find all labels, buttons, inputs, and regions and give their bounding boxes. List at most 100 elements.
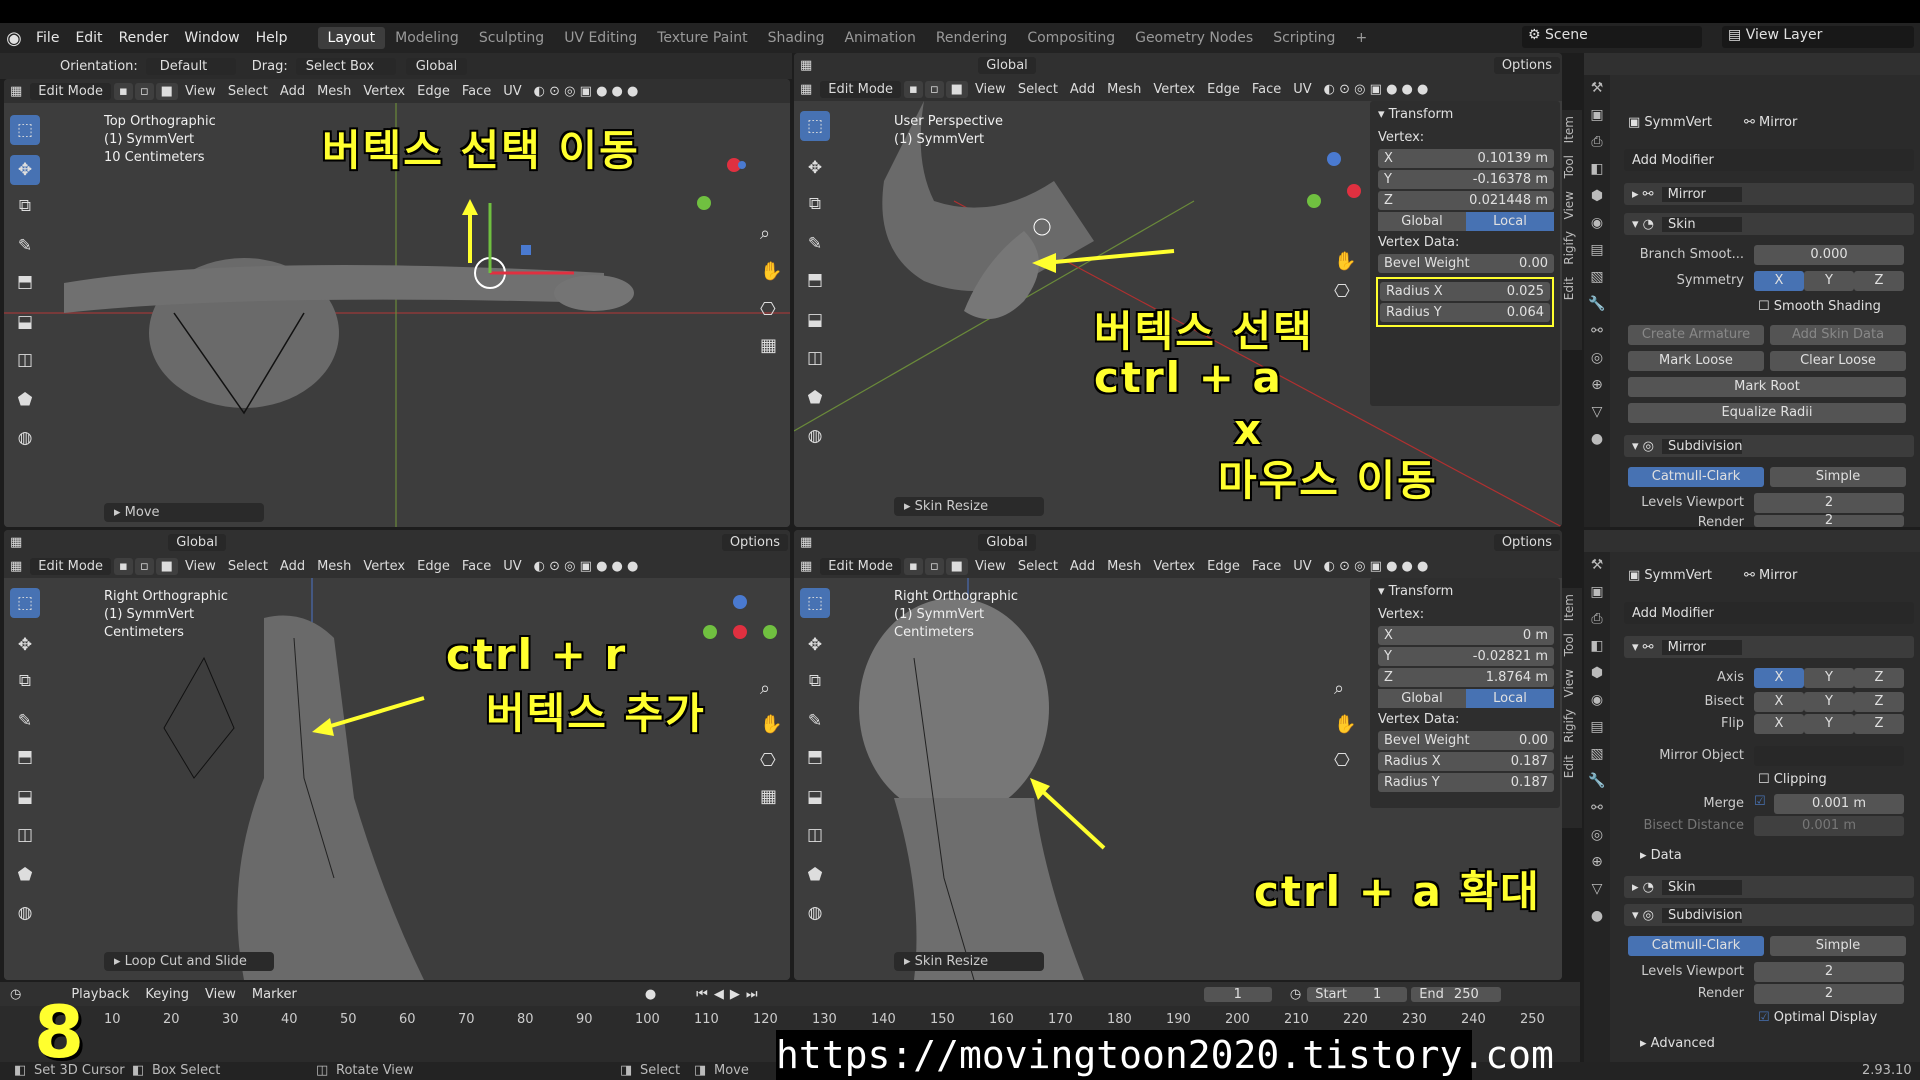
bisect-x-toggle[interactable]: X [1754, 692, 1804, 712]
menu-uv[interactable]: UV [1287, 559, 1317, 574]
edge-select-icon[interactable]: ▫ [134, 557, 154, 575]
flip-y-toggle[interactable]: Y [1804, 714, 1854, 734]
transform-dropdown[interactable]: Global [978, 533, 1036, 551]
menu-view[interactable]: View [969, 559, 1012, 574]
mark-loose-button[interactable]: Mark Loose [1628, 351, 1764, 371]
merge-checkbox[interactable]: ☑ [1754, 794, 1766, 809]
face-select-icon[interactable]: ■ [155, 557, 178, 575]
move-tool[interactable]: ✥ [800, 153, 830, 183]
editor-type-icon[interactable]: ▦ [794, 58, 818, 73]
transform-dropdown[interactable]: Global [978, 56, 1036, 74]
global-toggle[interactable]: Global [1378, 689, 1466, 708]
overlay-icons[interactable]: ◐ ⊙ ◎ ▣ ● ● ● [1318, 559, 1435, 574]
view-layer-selector[interactable]: ▤ View Layer [1722, 26, 1914, 48]
menu-vertex[interactable]: Vertex [357, 559, 411, 574]
add-modifier-dropdown[interactable]: Add Modifier [1624, 602, 1914, 624]
menu-view[interactable]: View [179, 84, 222, 99]
menu-uv[interactable]: UV [1287, 82, 1317, 97]
select-box-tool[interactable]: ⬚ [800, 111, 830, 141]
mark-root-button[interactable]: Mark Root [1628, 377, 1906, 397]
vertex-z-field[interactable]: Z 1.8764 m [1378, 668, 1554, 687]
modifier-skin-header[interactable]: ▾ ◔ Skin [1624, 213, 1914, 235]
menu-edit[interactable]: Edit [67, 30, 110, 46]
vertex-select-icon[interactable]: ▪ [904, 80, 923, 98]
smooth-shading-checkbox[interactable]: ☐ Smooth Shading [1758, 299, 1881, 314]
transform-orientation-dropdown[interactable]: Global [405, 57, 468, 75]
radius-x-field[interactable]: Radius X 0.025 [1380, 282, 1550, 301]
menu-face[interactable]: Face [1246, 559, 1287, 574]
tab-layout[interactable]: Layout [317, 27, 386, 49]
viewport-bottom-right[interactable]: ▦ Global Options ▦ Edit Mode ▪ ▫ ■ View Se… [794, 530, 1562, 980]
face-select-icon[interactable]: ■ [945, 80, 968, 98]
viewport-canvas[interactable]: Right Orthographic (1) SymmVert Centimet… [4, 578, 790, 980]
modifier-mirror-header[interactable]: ▾ ⚯ Mirror [1624, 636, 1914, 658]
add-cube-tool[interactable]: ⬒ [800, 742, 830, 772]
create-armature-button[interactable]: Create Armature [1628, 325, 1764, 345]
scene-selector[interactable]: ⚙ Scene [1522, 26, 1702, 48]
mode-dropdown[interactable]: Edit Mode [820, 80, 902, 98]
end-frame-field[interactable]: End 250 [1411, 986, 1502, 1002]
bisect-distance-field[interactable]: 0.001 m [1754, 816, 1904, 836]
drag-dropdown[interactable]: Select Box [295, 57, 396, 75]
current-frame-field[interactable]: 1 [1203, 986, 1272, 1002]
annotate-tool[interactable]: ✎ [800, 706, 830, 736]
viewport-bottom-left[interactable]: ▦ Global Options ▦ Edit Mode ▪ ▫ ■ View Se… [4, 530, 790, 980]
edge-select-icon[interactable]: ▫ [134, 82, 154, 100]
merge-distance-field[interactable]: 0.001 m [1774, 794, 1904, 814]
blender-logo-icon[interactable]: ◉ [0, 28, 28, 49]
editor-type-icon[interactable]: ◷ [0, 987, 31, 1002]
knife-tool[interactable]: ⬟ [10, 385, 40, 415]
data-subpanel[interactable]: ▸ Data [1640, 848, 1682, 863]
menu-add[interactable]: Add [274, 559, 311, 574]
camera-icon[interactable]: ⎔ [760, 750, 776, 771]
vertex-x-field[interactable]: X0 m [1378, 626, 1554, 645]
catmull-clark-toggle[interactable]: Catmull-Clark [1628, 936, 1764, 956]
overlay-icons[interactable]: ◐ ⊙ ◎ ▣ ● ● ● [1318, 82, 1435, 97]
last-operator-panel[interactable]: ▸ Move [104, 503, 264, 522]
edge-select-icon[interactable]: ▫ [924, 557, 944, 575]
bisect-y-toggle[interactable]: Y [1804, 692, 1854, 712]
tab-rigify[interactable]: Rigify [1562, 703, 1576, 749]
menu-window[interactable]: Window [176, 30, 247, 46]
editor-type-icon[interactable]: ▦ [4, 84, 28, 99]
modifier-subdivision-header[interactable]: ▾ ◎ Subdivision [1624, 904, 1914, 926]
menu-face[interactable]: Face [456, 559, 497, 574]
knife-tool[interactable]: ⬟ [10, 860, 40, 890]
tab-rigify[interactable]: Rigify [1562, 225, 1576, 271]
tab-scripting[interactable]: Scripting [1263, 27, 1345, 49]
tab-item[interactable]: Item [1562, 588, 1576, 627]
camera-icon[interactable]: ⎔ [1334, 281, 1350, 302]
vertex-x-field[interactable]: X 0.10139 m [1378, 149, 1554, 168]
menu-view[interactable]: View [179, 559, 222, 574]
global-toggle[interactable]: Global [1378, 212, 1466, 231]
transform-panel-header[interactable]: ▾ Transform [1378, 584, 1453, 599]
vertex-select-icon[interactable]: ▪ [114, 82, 133, 100]
menu-vertex[interactable]: Vertex [357, 84, 411, 99]
scale-tool[interactable]: ⧉ [800, 666, 830, 696]
menu-select[interactable]: Select [222, 84, 274, 99]
radius-y-field[interactable]: Radius Y 0.187 [1378, 773, 1554, 792]
options-dropdown[interactable]: Options [1493, 56, 1560, 74]
equalize-radii-button[interactable]: Equalize Radii [1628, 403, 1906, 423]
select-box-tool[interactable]: ⬚ [10, 588, 40, 618]
tab-edit[interactable]: Edit [1562, 749, 1576, 784]
playback-controls[interactable]: ⏮◀▶⏭ [696, 987, 763, 1002]
properties-tab-strip[interactable]: ⚒ ▣ ⎙ ◧ ⬢ ◉ ▤ ▧ 🔧 ⚯ ◎ ⊕ ▽ ● [1584, 552, 1610, 1062]
mirror-object-field[interactable] [1754, 746, 1904, 766]
add-cube-tool[interactable]: ⬒ [800, 265, 830, 295]
tab-compositing[interactable]: Compositing [1017, 27, 1125, 49]
simple-toggle[interactable]: Simple [1770, 936, 1906, 956]
zoom-icon[interactable]: ⌕ [760, 678, 770, 699]
radius-x-field[interactable]: Radius X 0.187 [1378, 752, 1554, 771]
menu-select[interactable]: Select [1012, 82, 1064, 97]
pan-hand-icon[interactable]: ✋ [1334, 251, 1356, 272]
inset-tool[interactable]: ◫ [10, 820, 40, 850]
select-box-tool[interactable]: ⬚ [10, 115, 40, 145]
add-modifier-dropdown[interactable]: Add Modifier [1624, 149, 1914, 171]
catmull-clark-toggle[interactable]: Catmull-Clark [1628, 467, 1764, 487]
menu-keying[interactable]: Keying [137, 987, 197, 1002]
clipping-checkbox[interactable]: ☐ Clipping [1758, 772, 1827, 787]
symmetry-y-toggle[interactable]: Y [1804, 271, 1854, 291]
tab-modeling[interactable]: Modeling [385, 27, 469, 49]
render-levels-field[interactable]: 2 [1754, 984, 1904, 1004]
